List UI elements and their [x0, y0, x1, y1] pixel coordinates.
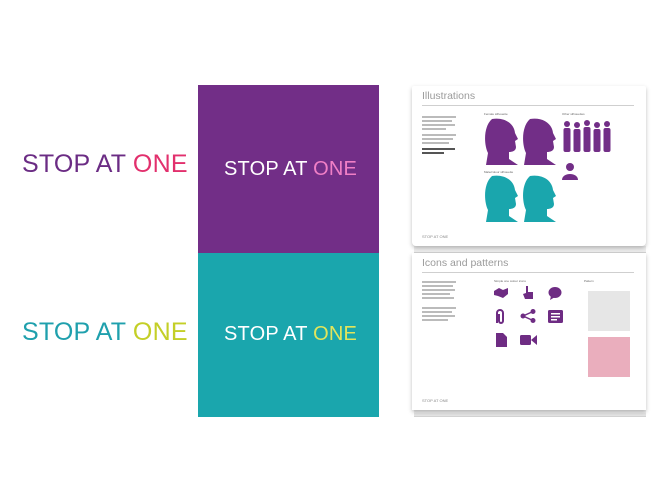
- page-footer-logo: STOP AT ONE: [422, 398, 449, 403]
- people-group-icon: [563, 120, 611, 152]
- logo-one-text: ONE: [132, 150, 188, 178]
- logo-teal-lime: STOP AT ONE: [22, 318, 188, 347]
- share-icon: [520, 309, 536, 323]
- page-footer-logo: STOP AT ONE: [422, 234, 449, 239]
- pattern-swatch-grey: [588, 291, 630, 331]
- pointing-hand-icon: [523, 286, 533, 299]
- newspaper-icon: [548, 310, 563, 323]
- logo-one-text: ONE: [132, 318, 188, 346]
- column-heading: Simple one colour icons: [494, 279, 526, 283]
- document-icon: [496, 333, 507, 347]
- logo-reversed-teal: STOP AT ONE: [224, 323, 357, 346]
- purple-panel: STOP AT ONE: [198, 85, 379, 253]
- pattern-swatch-pink: [588, 337, 630, 377]
- column-heading: Female silhouette: [484, 112, 508, 116]
- column-heading: Pattern: [584, 279, 594, 283]
- logo-reversed-purple: STOP AT ONE: [224, 158, 357, 181]
- logo-stop-text: STOP AT: [22, 318, 133, 346]
- logo-one-text: ONE: [313, 158, 358, 180]
- guide-page-icons-patterns: Icons and patterns Simple one colour ico…: [412, 253, 646, 410]
- page-stack-edge: [414, 413, 646, 417]
- head-silhouette-teal-icon: [485, 175, 556, 222]
- divider: [422, 105, 634, 106]
- logo-stop-text: STOP AT: [22, 150, 133, 178]
- video-camera-icon: [520, 335, 537, 345]
- handshake-icon: [494, 288, 508, 298]
- speech-bubble-icon: [548, 287, 562, 300]
- teal-panel: STOP AT ONE: [198, 253, 379, 417]
- head-silhouette-purple-icon: [485, 118, 556, 165]
- logo-stop-text: STOP AT: [224, 158, 314, 180]
- logo-one-text: ONE: [313, 323, 358, 345]
- paperclip-icon: [496, 309, 504, 324]
- guide-page-illustrations: Illustrations Female silhouette Other si…: [412, 86, 646, 246]
- column-heading: Other silhouettes: [562, 112, 585, 116]
- page-title: Icons and patterns: [422, 257, 509, 269]
- person-bust-icon: [562, 163, 578, 180]
- logo-purple-pink: STOP AT ONE: [22, 150, 188, 179]
- divider: [422, 272, 634, 273]
- logo-stop-text: STOP AT: [224, 323, 314, 345]
- page-title: Illustrations: [422, 90, 476, 102]
